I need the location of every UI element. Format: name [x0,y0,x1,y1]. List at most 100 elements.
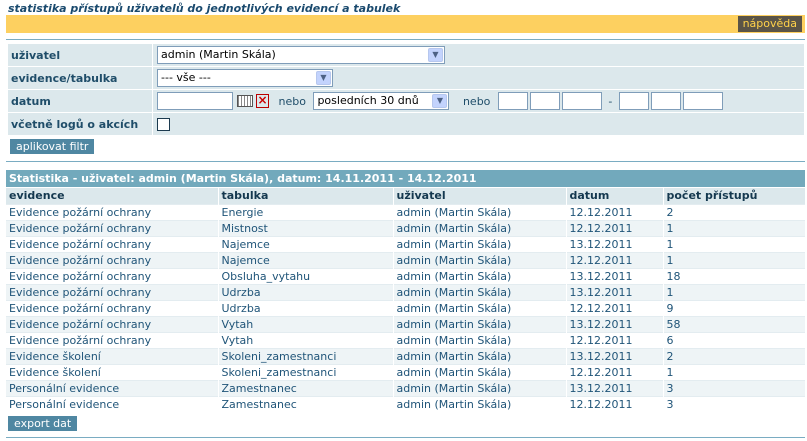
table-cell: Vytah [218,315,394,332]
column-header: počet přístupů [663,188,806,204]
from-month-input[interactable] [529,92,560,110]
date-label: datum [7,89,153,113]
from-day-input[interactable] [497,92,528,110]
table-cell: 13.12.2011 [566,235,664,252]
table-cell: admin (Martin Skála) [393,299,567,316]
table-row: Personální evidence Zamestnanec admin (Mar… [6,379,806,396]
include-logs-checkbox[interactable] [157,117,170,131]
table-cell: 2 [663,203,806,220]
help-button[interactable]: nápověda [737,16,802,32]
separator-line [6,437,805,438]
table-cell: 3 [663,395,806,412]
range-separator: - [608,94,613,108]
table-cell: 13.12.2011 [566,283,664,300]
table-cell: Evidence požární ochrany [6,235,219,252]
table-cell: Zamestnanec [218,395,394,412]
table-cell: Evidence požární ochrany [6,219,219,236]
table-cell: 13.12.2011 [566,347,664,364]
to-year-input[interactable] [682,92,723,110]
table-row: Evidence požární ochrany Udrzba admin (Mar… [6,283,806,300]
table-row: Evidence požární ochrany Vytah admin (Mart… [6,315,806,332]
separator-line [6,39,805,40]
table-cell: admin (Martin Skála) [393,203,567,220]
table-cell: Evidence požární ochrany [6,315,219,332]
from-year-input[interactable] [561,92,602,110]
apply-filter-button[interactable]: aplikovat filtr [10,139,95,154]
user-select-value: admin (Martin Skála) [161,48,276,61]
table-cell: 58 [663,315,806,332]
evidence-select-value: --- vše --- [161,71,211,84]
calendar-icon[interactable] [236,95,253,107]
table-cell: Obsluha_vytahu [218,267,394,284]
period-select[interactable]: posledních 30 dnů ▼ [313,92,450,110]
export-button[interactable]: export dat [8,416,78,431]
table-cell: Evidence požární ochrany [6,299,219,316]
table-cell: admin (Martin Skála) [393,315,567,332]
top-bar: nápověda [6,15,805,33]
or-label: nebo [278,94,306,108]
table-row: Evidence požární ochrany Udrzba admin (Mar… [6,299,806,316]
table-cell: 3 [663,379,806,396]
table-cell: Evidence požární ochrany [6,203,219,220]
filter-form: uživatel admin (Martin Skála) ▼ evidence… [7,43,805,136]
date-input[interactable] [157,92,233,110]
separator-line [6,161,805,162]
table-cell: Evidence školení [6,347,219,364]
to-day-input[interactable] [618,92,649,110]
table-row: Evidence školení Skoleni_zamestnanci admin… [6,347,806,364]
evidence-select[interactable]: --- vše --- ▼ [157,69,333,87]
table-cell: 12.12.2011 [566,251,664,268]
table-cell: 13.12.2011 [566,315,664,332]
stats-table: evidence tabulka uživatel datum počet přístu… [6,188,806,412]
table-header-row: evidence tabulka uživatel datum počet přístu… [6,188,806,204]
table-cell: Evidence požární ochrany [6,251,219,268]
table-cell: admin (Martin Skála) [393,379,567,396]
table-row: Personální evidence Zamestnanec admin (Mar… [6,395,806,412]
table-cell: 6 [663,331,806,348]
chevron-down-icon: ▼ [316,71,331,85]
table-cell: Najemce [218,251,394,268]
include-logs-label: včetně logů o akcích [7,112,153,136]
table-row: Evidence požární ochrany Najemce admin (Ma… [6,235,806,252]
table-cell: admin (Martin Skála) [393,267,567,284]
table-row: Evidence požární ochrany Energie admin (Ma… [6,203,806,220]
column-header: datum [566,188,664,204]
table-cell: 13.12.2011 [566,379,664,396]
table-cell: admin (Martin Skála) [393,283,567,300]
table-cell: 18 [663,267,806,284]
table-cell: admin (Martin Skála) [393,251,567,268]
table-cell: 12.12.2011 [566,331,664,348]
user-label: uživatel [7,43,153,67]
table-cell: 1 [663,283,806,300]
table-cell: 12.12.2011 [566,363,664,380]
table-row: Evidence požární ochrany Obsluha_vytahu ad… [6,267,806,284]
table-cell: admin (Martin Skála) [393,235,567,252]
table-cell: 12.12.2011 [566,219,664,236]
table-cell: Skoleni_zamestnanci [218,363,394,380]
table-cell: Evidence požární ochrany [6,283,219,300]
table-cell: 1 [663,235,806,252]
table-cell: Personální evidence [6,379,219,396]
chevron-down-icon: ▼ [432,94,448,108]
table-cell: Personální evidence [6,395,219,412]
column-header: uživatel [393,188,567,204]
table-cell: admin (Martin Skála) [393,395,567,412]
column-header: evidence [6,188,219,204]
table-row: Evidence školení Skoleni_zamestnanci admin… [6,363,806,380]
user-select[interactable]: admin (Martin Skála) ▼ [157,46,445,64]
table-cell: admin (Martin Skála) [393,331,567,348]
table-cell: Skoleni_zamestnanci [218,347,394,364]
table-cell: 2 [663,347,806,364]
table-cell: 13.12.2011 [566,267,664,284]
table-cell: 1 [663,251,806,268]
table-cell: 1 [663,219,806,236]
table-cell: Udrzba [218,299,394,316]
table-cell: 9 [663,299,806,316]
table-cell: Zamestnanec [218,379,394,396]
to-month-input[interactable] [650,92,681,110]
table-cell: Mistnost [218,219,394,236]
clear-date-icon[interactable]: × [256,94,269,108]
table-cell: admin (Martin Skála) [393,219,567,236]
table-cell: 1 [663,363,806,380]
table-row: Evidence požární ochrany Mistnost admin (M… [6,219,806,236]
